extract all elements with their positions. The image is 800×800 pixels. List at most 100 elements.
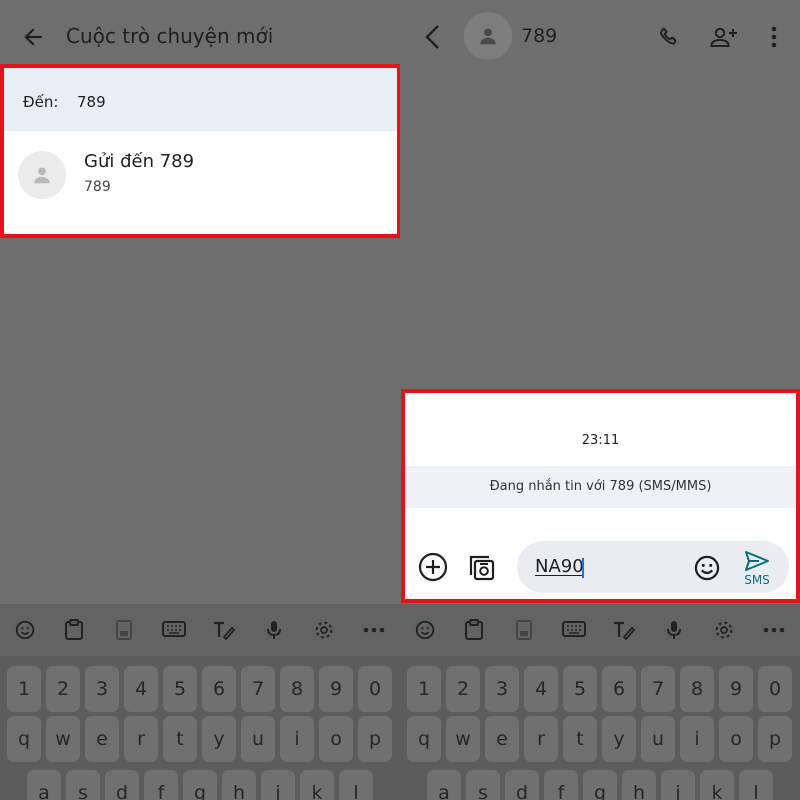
emoji-icon[interactable]	[693, 554, 721, 582]
more-vert-icon[interactable]	[759, 22, 789, 52]
key[interactable]: g	[583, 770, 617, 800]
clipboard-icon[interactable]	[58, 614, 90, 646]
emoji-icon[interactable]	[409, 614, 441, 646]
send-icon	[745, 551, 769, 571]
mic-icon[interactable]	[258, 614, 290, 646]
key[interactable]: q	[7, 716, 41, 762]
one-handed-icon[interactable]	[508, 614, 540, 646]
key[interactable]: a	[27, 770, 61, 800]
key[interactable]: 8	[280, 666, 314, 712]
key[interactable]: f	[544, 770, 578, 800]
key[interactable]: i	[280, 716, 314, 762]
one-handed-icon[interactable]	[108, 614, 140, 646]
key[interactable]: e	[485, 716, 519, 762]
key[interactable]: d	[505, 770, 539, 800]
settings-icon[interactable]	[708, 614, 740, 646]
suggestion-subtitle: 789	[84, 179, 111, 195]
key[interactable]: f	[144, 770, 178, 800]
key[interactable]: 2	[46, 666, 80, 712]
keyboard-icon[interactable]	[158, 614, 190, 646]
contact-name: 789	[521, 25, 558, 47]
key[interactable]: o	[719, 716, 753, 762]
key[interactable]: l	[339, 770, 373, 800]
message-input[interactable]: NA90	[535, 556, 584, 577]
key[interactable]: q	[407, 716, 441, 762]
key[interactable]: y	[202, 716, 236, 762]
key[interactable]: 1	[407, 666, 441, 712]
contact-avatar[interactable]	[464, 12, 512, 60]
key[interactable]: r	[524, 716, 558, 762]
key[interactable]: w	[446, 716, 480, 762]
add-person-icon[interactable]	[709, 22, 739, 52]
key[interactable]: u	[641, 716, 675, 762]
add-attachment-icon[interactable]	[417, 551, 449, 583]
key[interactable]: h	[622, 770, 656, 800]
key[interactable]: 6	[202, 666, 236, 712]
key[interactable]: 0	[358, 666, 392, 712]
key[interactable]: h	[222, 770, 256, 800]
key[interactable]: 4	[524, 666, 558, 712]
key[interactable]: 4	[124, 666, 158, 712]
key[interactable]: 6	[602, 666, 636, 712]
key[interactable]: k	[300, 770, 334, 800]
settings-icon[interactable]	[308, 614, 340, 646]
key[interactable]: 1	[7, 666, 41, 712]
key[interactable]: u	[241, 716, 275, 762]
key[interactable]: 9	[319, 666, 353, 712]
key[interactable]: l	[739, 770, 773, 800]
key[interactable]: 8	[680, 666, 714, 712]
emoji-icon[interactable]	[9, 614, 41, 646]
on-screen-keyboard: 1 2 3 4 5 6 7 8 9 0 q w e r t y u i o p …	[0, 604, 400, 800]
back-arrow-icon[interactable]	[18, 22, 48, 52]
phone-icon[interactable]	[654, 22, 684, 52]
key[interactable]: j	[661, 770, 695, 800]
key[interactable]: 7	[641, 666, 675, 712]
key[interactable]: 3	[85, 666, 119, 712]
mic-icon[interactable]	[658, 614, 690, 646]
key[interactable]: 5	[163, 666, 197, 712]
text-caret	[582, 558, 584, 578]
key[interactable]: g	[183, 770, 217, 800]
key[interactable]: 5	[563, 666, 597, 712]
keyboard-icon[interactable]	[558, 614, 590, 646]
key[interactable]: t	[163, 716, 197, 762]
recipient-input[interactable]: 789	[77, 93, 106, 111]
key[interactable]: y	[602, 716, 636, 762]
key[interactable]: w	[46, 716, 80, 762]
person-icon	[480, 28, 496, 45]
recipient-field[interactable]: Đến: 789	[4, 68, 397, 131]
recipient-label: Đến:	[23, 93, 59, 111]
key[interactable]: 9	[719, 666, 753, 712]
key[interactable]: o	[319, 716, 353, 762]
key[interactable]: j	[261, 770, 295, 800]
gallery-camera-icon[interactable]	[465, 551, 497, 583]
key[interactable]: s	[466, 770, 500, 800]
keyboard-toolbar	[0, 604, 400, 656]
send-to-suggestion[interactable]: Gửi đến 789 789	[4, 131, 397, 234]
back-chevron-icon[interactable]	[420, 22, 446, 52]
key[interactable]: r	[124, 716, 158, 762]
key[interactable]: k	[700, 770, 734, 800]
key[interactable]: a	[427, 770, 461, 800]
message-input-field[interactable]: NA90 SMS	[517, 541, 789, 593]
key[interactable]: t	[563, 716, 597, 762]
messaging-info-banner: Đang nhắn tin với 789 (SMS/MMS)	[405, 466, 796, 508]
key[interactable]: 3	[485, 666, 519, 712]
clipboard-icon[interactable]	[458, 614, 490, 646]
key[interactable]: p	[758, 716, 792, 762]
handwriting-icon[interactable]	[608, 614, 640, 646]
person-icon	[34, 167, 50, 184]
key[interactable]: p	[358, 716, 392, 762]
handwriting-icon[interactable]	[208, 614, 240, 646]
key[interactable]: 2	[446, 666, 480, 712]
more-icon[interactable]	[758, 614, 790, 646]
key[interactable]: s	[66, 770, 100, 800]
send-button[interactable]: SMS	[737, 548, 777, 590]
key[interactable]: 7	[241, 666, 275, 712]
key[interactable]: e	[85, 716, 119, 762]
more-icon[interactable]	[358, 614, 390, 646]
top-app-bar: Cuộc trò chuyện mới	[0, 0, 400, 66]
key[interactable]: d	[105, 770, 139, 800]
key[interactable]: 0	[758, 666, 792, 712]
key[interactable]: i	[680, 716, 714, 762]
